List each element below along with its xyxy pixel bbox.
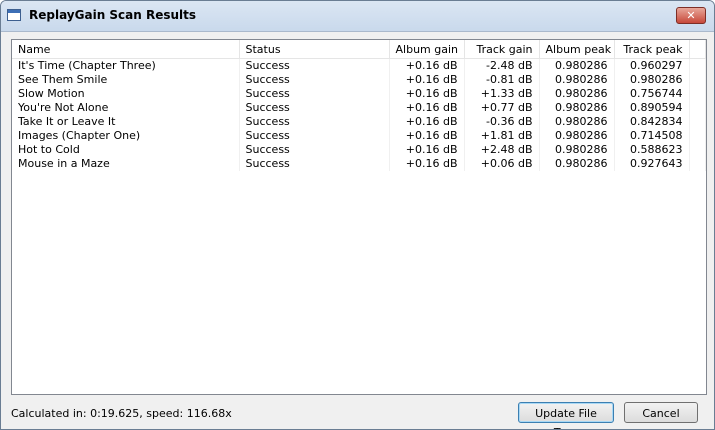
cell-track-peak: 0.588623	[614, 143, 690, 157]
cell-album-gain: +0.16 dB	[389, 157, 465, 171]
cell-spacer	[689, 143, 706, 157]
cell-album-peak: 0.980286	[539, 101, 615, 115]
cell-name: Images (Chapter One)	[12, 129, 240, 143]
table-row[interactable]: Take It or Leave It Success +0.16 dB -0.36 …	[12, 115, 706, 129]
cell-status: Success	[239, 115, 390, 129]
cell-album-gain: +0.16 dB	[389, 73, 465, 87]
cell-name: Mouse in a Maze	[12, 157, 240, 171]
table-row[interactable]: Hot to Cold Success +0.16 dB +2.48 dB 0.9802…	[12, 143, 706, 157]
table-row[interactable]: It's Time (Chapter Three) Success +0.16 dB…	[12, 58, 706, 73]
status-text: Calculated in: 0:19.625, speed: 116.68x	[11, 407, 232, 420]
cell-album-peak: 0.980286	[539, 129, 615, 143]
cell-album-peak: 0.980286	[539, 87, 615, 101]
cell-track-peak: 0.890594	[614, 101, 690, 115]
cell-track-peak: 0.980286	[614, 73, 690, 87]
cell-track-gain: +2.48 dB	[464, 143, 540, 157]
cell-status: Success	[239, 129, 390, 143]
cell-status: Success	[239, 73, 390, 87]
column-header-album-gain[interactable]: Album gain	[389, 40, 465, 59]
cell-album-gain: +0.16 dB	[389, 101, 465, 115]
table-row[interactable]: Mouse in a Maze Success +0.16 dB +0.06 dB 0.…	[12, 157, 706, 171]
cell-name: You're Not Alone	[12, 101, 240, 115]
close-button[interactable]: ✕	[676, 7, 706, 24]
cell-track-peak: 0.714508	[614, 129, 690, 143]
cell-album-gain: +0.16 dB	[389, 129, 465, 143]
close-icon: ✕	[686, 9, 696, 22]
column-header-album-peak[interactable]: Album peak	[539, 40, 615, 59]
column-header-status[interactable]: Status	[239, 40, 390, 59]
table-row[interactable]: You're Not Alone Success +0.16 dB +0.77 dB 0…	[12, 101, 706, 115]
cell-name: Hot to Cold	[12, 143, 240, 157]
cell-album-gain: +0.16 dB	[389, 58, 465, 73]
cell-album-peak: 0.980286	[539, 143, 615, 157]
cell-track-peak: 0.927643	[614, 157, 690, 171]
table-row[interactable]: Images (Chapter One) Success +0.16 dB +1.81…	[12, 129, 706, 143]
cancel-button[interactable]: Cancel	[624, 402, 698, 423]
cell-album-gain: +0.16 dB	[389, 87, 465, 101]
cell-spacer	[689, 101, 706, 115]
title-bar[interactable]: ReplayGain Scan Results ✕	[1, 1, 714, 32]
cell-track-gain: -0.81 dB	[464, 73, 540, 87]
cell-spacer	[689, 58, 706, 73]
cell-track-gain: +1.81 dB	[464, 129, 540, 143]
column-header-name[interactable]: Name	[12, 40, 240, 59]
column-header-track-peak[interactable]: Track peak	[614, 40, 690, 59]
results-table: Name Status Album gain Track gain Album …	[12, 40, 706, 171]
cell-name: Take It or Leave It	[12, 115, 240, 129]
window-icon	[7, 9, 21, 21]
cell-album-peak: 0.980286	[539, 73, 615, 87]
cell-status: Success	[239, 157, 390, 171]
cell-track-peak: 0.756744	[614, 87, 690, 101]
cell-track-gain: +0.77 dB	[464, 101, 540, 115]
cell-album-gain: +0.16 dB	[389, 115, 465, 129]
cell-name: It's Time (Chapter Three)	[12, 58, 240, 73]
cell-album-peak: 0.980286	[539, 58, 615, 73]
cell-track-gain: -2.48 dB	[464, 58, 540, 73]
cell-status: Success	[239, 87, 390, 101]
cell-track-peak: 0.842834	[614, 115, 690, 129]
cell-spacer	[689, 129, 706, 143]
cell-status: Success	[239, 58, 390, 73]
window-title: ReplayGain Scan Results	[29, 8, 197, 22]
column-header-track-gain[interactable]: Track gain	[464, 40, 540, 59]
cell-status: Success	[239, 143, 390, 157]
cell-track-gain: -0.36 dB	[464, 115, 540, 129]
replaygain-dialog: ReplayGain Scan Results ✕ Name Status Al…	[0, 0, 715, 430]
cell-name: Slow Motion	[12, 87, 240, 101]
column-header-spacer	[689, 40, 706, 59]
table-row[interactable]: See Them Smile Success +0.16 dB -0.81 dB 0.9…	[12, 73, 706, 87]
cell-album-peak: 0.980286	[539, 157, 615, 171]
cell-spacer	[689, 73, 706, 87]
cell-track-peak: 0.960297	[614, 58, 690, 73]
update-file-tags-button[interactable]: Update File Tags	[518, 402, 614, 429]
cell-spacer	[689, 115, 706, 129]
table-row[interactable]: Slow Motion Success +0.16 dB +1.33 dB 0.9802…	[12, 87, 706, 101]
cell-track-gain: +0.06 dB	[464, 157, 540, 171]
cell-spacer	[689, 87, 706, 101]
cell-track-gain: +1.33 dB	[464, 87, 540, 101]
cell-spacer	[689, 157, 706, 171]
header-row: Name Status Album gain Track gain Album …	[12, 40, 706, 59]
results-list[interactable]: Name Status Album gain Track gain Album …	[11, 39, 707, 395]
cell-status: Success	[239, 101, 390, 115]
cell-album-peak: 0.980286	[539, 115, 615, 129]
cell-name: See Them Smile	[12, 73, 240, 87]
cell-album-gain: +0.16 dB	[389, 143, 465, 157]
